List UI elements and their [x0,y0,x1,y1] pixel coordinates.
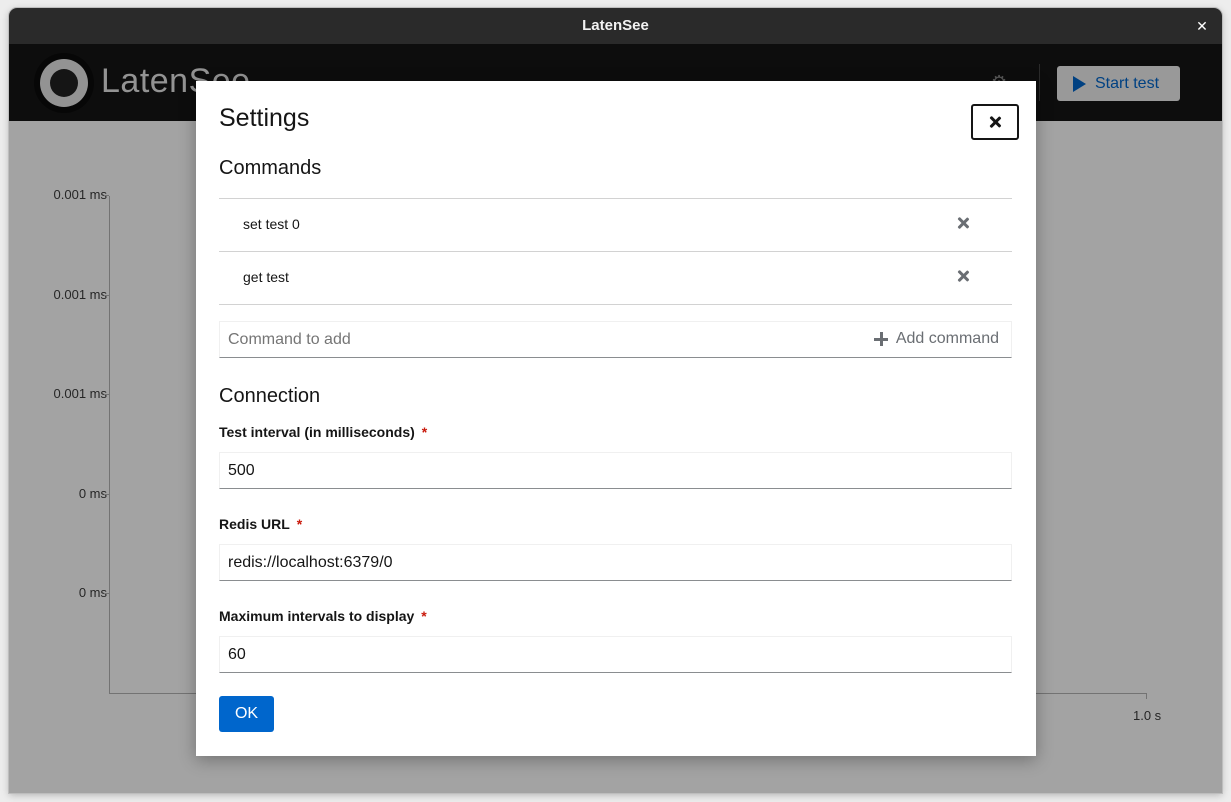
ok-button[interactable]: OK [219,696,274,732]
remove-icon [957,217,969,229]
test-interval-label: Test interval (in milliseconds) * [219,424,428,440]
titlebar: LatenSee ✕ [9,8,1222,44]
max-intervals-label: Maximum intervals to display * [219,608,427,624]
add-command-button[interactable]: Add command [873,330,999,348]
commands-heading: Commands [219,157,322,179]
command-label: get test [243,269,289,285]
command-label: set test 0 [243,216,300,232]
command-row: set test 0 [219,199,1012,252]
add-command-group: Add command [219,321,1012,358]
window-title: LatenSee [582,17,649,34]
settings-modal: Settings Commands set test 0 get test Ad… [196,81,1036,756]
max-intervals-value: 60 [228,646,246,663]
window-close-button[interactable]: ✕ [1192,16,1212,36]
plus-icon [873,332,888,346]
max-intervals-input[interactable]: 60 [219,636,1012,673]
close-icon [989,116,1001,128]
modal-close-button[interactable] [971,104,1019,140]
add-command-label: Add command [895,330,999,347]
remove-command-button[interactable] [954,213,972,233]
command-list: set test 0 get test [219,198,1012,305]
redis-url-value: redis://localhost:6379/0 [228,554,393,571]
redis-url-input[interactable]: redis://localhost:6379/0 [219,544,1012,581]
modal-title: Settings [219,104,310,132]
test-interval-input[interactable]: 500 [219,452,1012,489]
redis-url-label: Redis URL * [219,516,303,532]
command-row: get test [219,252,1012,305]
test-interval-value: 500 [228,462,255,479]
command-to-add-input[interactable] [228,331,828,349]
remove-icon [957,270,969,282]
remove-command-button[interactable] [954,266,972,286]
connection-heading: Connection [219,385,321,407]
